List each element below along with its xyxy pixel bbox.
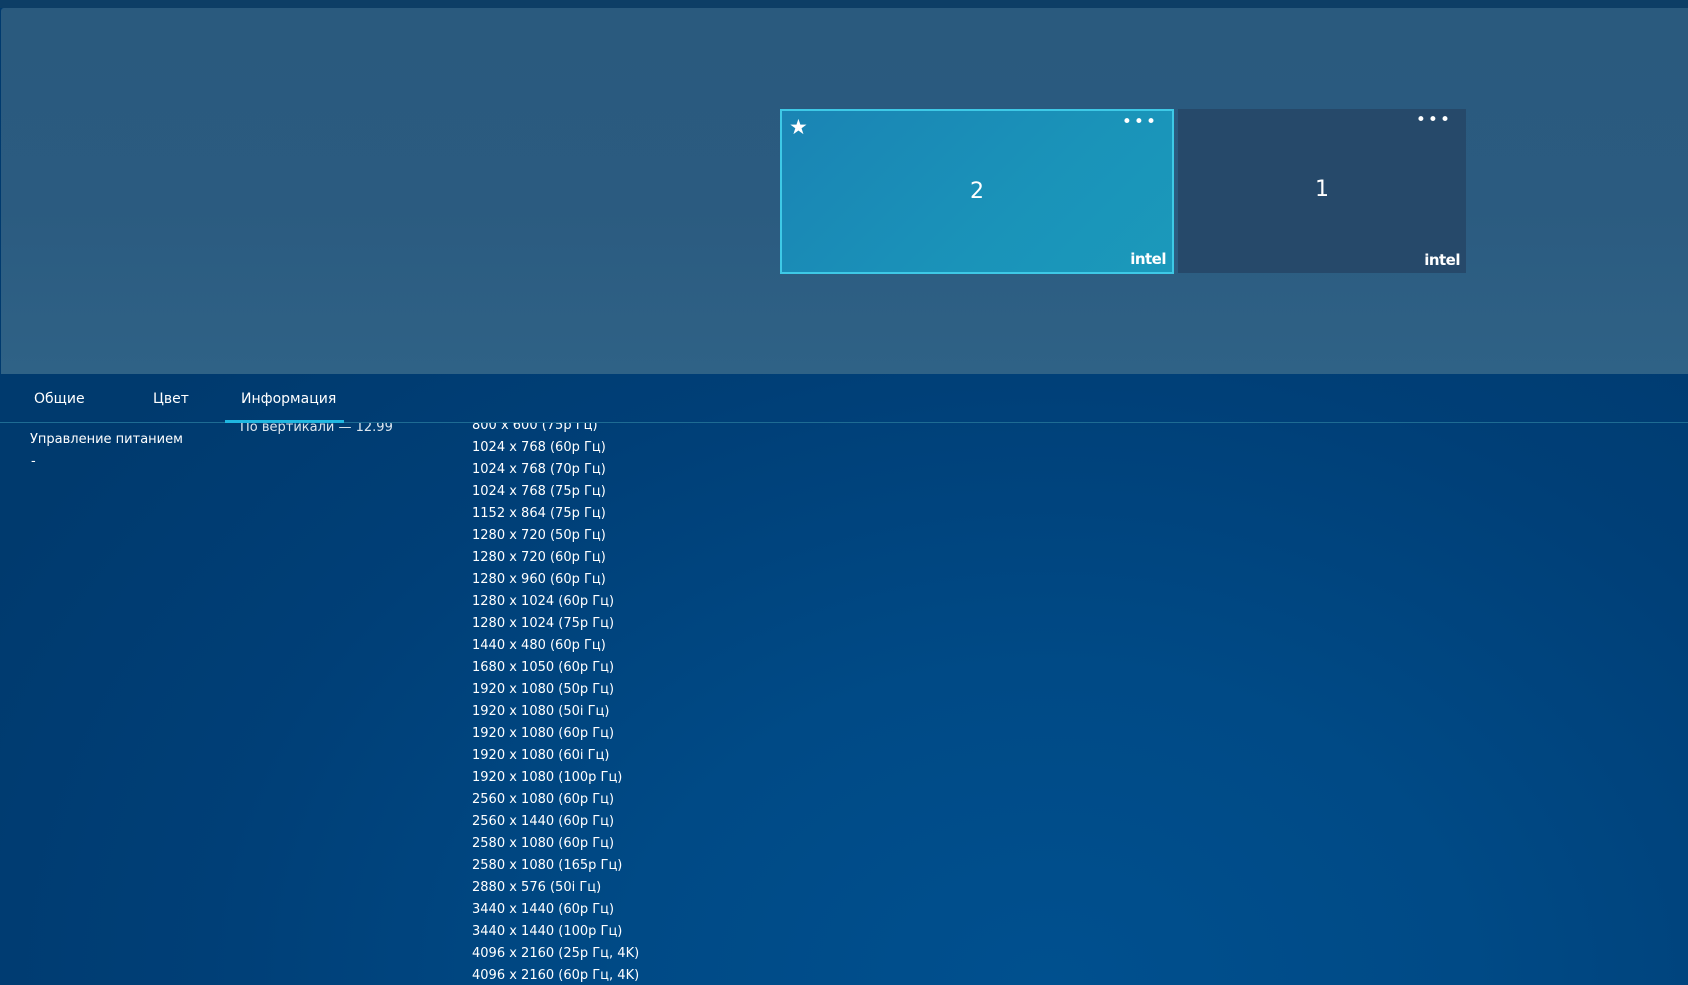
display-mode-item: 4096 x 2160 (25p Гц, 4K)	[472, 946, 640, 961]
monitor-1-tile[interactable]: ••• 1 intel	[1178, 109, 1466, 273]
vertical-frequency-clipped: По вертикали — 12.99	[240, 423, 393, 435]
display-mode-item: 3440 x 1440 (60p Гц)	[472, 902, 615, 917]
display-mode-item: 1280 x 960 (60p Гц)	[472, 572, 606, 587]
display-mode-item: 3440 x 1440 (100p Гц)	[472, 924, 623, 939]
display-mode-item: 1920 x 1080 (100p Гц)	[472, 770, 623, 785]
monitor-number: 2	[970, 179, 984, 204]
display-mode-item: 1920 x 1080 (50p Гц)	[472, 682, 615, 697]
display-mode-item: 1280 x 1024 (60p Гц)	[472, 594, 615, 609]
display-mode-item: 1920 x 1080 (60i Гц)	[472, 748, 610, 763]
more-options-icon[interactable]: •••	[1416, 112, 1452, 129]
tab-info[interactable]: Информация	[241, 390, 336, 408]
window-top-strip	[0, 0, 1688, 8]
display-mode-item: 1024 x 768 (60p Гц)	[472, 440, 606, 455]
power-management-value: -	[31, 454, 36, 469]
tab-general[interactable]: Общие	[34, 390, 85, 408]
display-mode-item: 2880 x 576 (50i Гц)	[472, 880, 602, 895]
power-management-label: Управление питанием	[30, 432, 183, 447]
display-mode-item: 2560 x 1080 (60p Гц)	[472, 792, 615, 807]
display-mode-item: 1920 x 1080 (50i Гц)	[472, 704, 610, 719]
more-options-icon[interactable]: •••	[1122, 114, 1158, 131]
display-mode-item: 1280 x 720 (50p Гц)	[472, 528, 606, 543]
display-mode-item: 1280 x 720 (60p Гц)	[472, 550, 606, 565]
tab-color[interactable]: Цвет	[153, 390, 189, 408]
supported-modes-scroll-area[interactable]: 800 x 600 (75p Гц) 1024 x 768 (60p Гц) 102…	[472, 423, 712, 985]
display-mode-item: 2560 x 1440 (60p Гц)	[472, 814, 615, 829]
display-mode-item: 800 x 600 (75p Гц)	[472, 423, 598, 433]
display-mode-item: 1280 x 1024 (75p Гц)	[472, 616, 615, 631]
display-mode-item: 4096 x 2160 (60p Гц, 4K)	[472, 968, 640, 983]
display-mode-item: 1680 x 1050 (60p Гц)	[472, 660, 615, 675]
display-mode-item: 1152 x 864 (75p Гц)	[472, 506, 606, 521]
display-mode-item: 2580 x 1080 (165p Гц)	[472, 858, 623, 873]
star-icon: ★	[789, 115, 808, 139]
vertical-frequency-text: По вертикали — 12.99	[240, 423, 393, 435]
monitor-2-tile[interactable]: ★ ••• 2 intel	[780, 109, 1174, 274]
display-mode-item: 2580 x 1080 (60p Гц)	[472, 836, 615, 851]
tab-bar: Общие Цвет Информация	[0, 374, 1688, 423]
display-mode-item: 1024 x 768 (75p Гц)	[472, 484, 606, 499]
monitor-number: 1	[1315, 177, 1329, 202]
intel-logo: intel	[1130, 250, 1166, 268]
display-mode-item: 1440 x 480 (60p Гц)	[472, 638, 606, 653]
supported-modes-list: 800 x 600 (75p Гц) 1024 x 768 (60p Гц) 102…	[472, 423, 712, 985]
intel-logo: intel	[1424, 251, 1460, 269]
display-mode-item: 1024 x 768 (70p Гц)	[472, 462, 606, 477]
display-mode-item: 1920 x 1080 (60p Гц)	[472, 726, 615, 741]
